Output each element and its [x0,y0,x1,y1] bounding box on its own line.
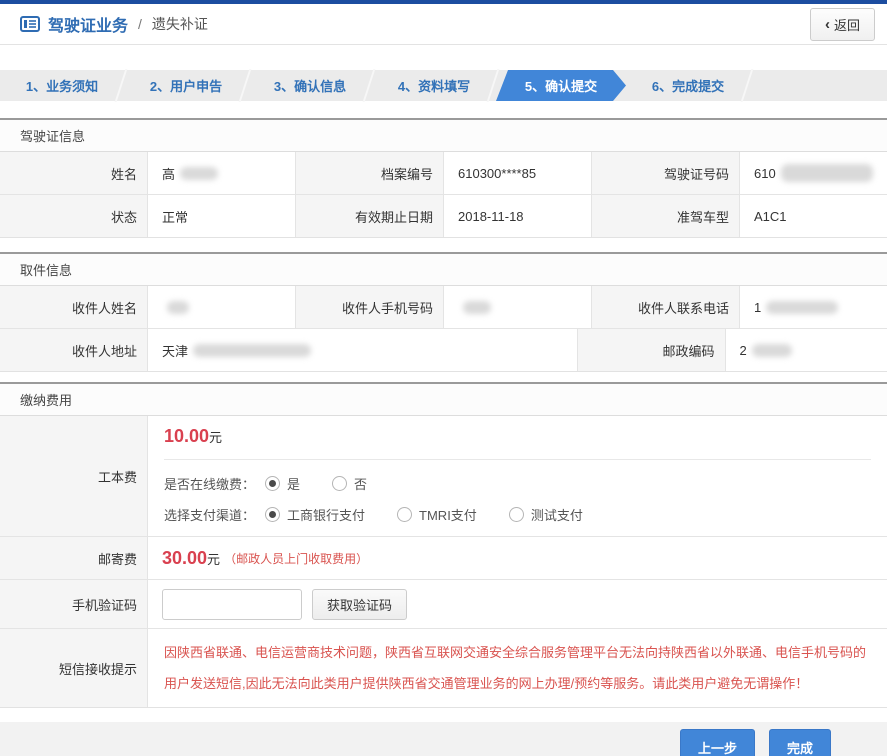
page-subtitle: 遗失补证 [152,14,208,34]
online-pay-choice: 是否在线缴费： 是 否 [164,474,871,493]
vehicle-class-value: A1C1 [740,195,887,237]
status-value: 正常 [148,195,296,237]
back-button[interactable]: ‹ 返回 [810,8,875,41]
sms-code-input[interactable] [162,589,302,620]
sms-tip-cell: 因陕西省联通、电信运营商技术问题，陕西省互联网交通安全综合服务管理平台无法向持陕… [148,629,887,707]
sms-tip-text: 因陕西省联通、电信运营商技术问题，陕西省互联网交通安全综合服务管理平台无法向持陕… [148,629,887,707]
name-value: 高 [148,152,296,194]
pay-channel-label: 选择支付渠道： [164,505,255,524]
previous-step-button[interactable]: 上一步 [680,729,755,756]
step-3-confirm-info[interactable]: 3、确认信息 [248,70,372,101]
recipient-name-value [148,286,296,328]
postage-label: 邮寄费 [0,537,148,579]
channel-icbc-option[interactable]: 工商银行支付 [265,505,365,524]
breadcrumb: 驾驶证业务 / 遗失补证 [20,12,208,36]
divider [164,459,871,460]
table-row: 状态 正常 有效期止日期 2018-11-18 准驾车型 A1C1 [0,195,887,237]
expiry-label: 有效期止日期 [296,195,444,237]
pickup-info-section: 取件信息 收件人姓名 收件人手机号码 收件人联系电话 1 收件人地址 天津 邮政… [0,252,887,372]
online-pay-no-option[interactable]: 否 [332,474,367,493]
redacted-value [766,301,838,314]
postcode-label: 邮政编码 [578,329,726,371]
redacted-value [463,301,491,314]
chevron-left-icon: ‹ [825,17,830,32]
file-no-value: 610300****85 [444,152,592,194]
table-row: 姓名 高 档案编号 610300****85 驾驶证号码 610 [0,152,887,195]
sms-code-label: 手机验证码 [0,580,148,628]
card-fee-row: 工本费 10.00元 是否在线缴费： 是 否 选择支付渠道： [0,416,887,537]
name-label: 姓名 [0,152,148,194]
sms-code-row: 手机验证码 获取验证码 [0,580,887,629]
sms-code-cell: 获取验证码 [148,580,887,628]
page-header: 驾驶证业务 / 遗失补证 ‹ 返回 [0,4,887,45]
back-button-label: 返回 [834,15,860,34]
postage-note: （邮政人员上门收取费用） [224,550,368,567]
recipient-phone-label: 收件人联系电话 [592,286,740,328]
step-2-user-declaration[interactable]: 2、用户申告 [124,70,248,101]
radio-icon[interactable] [265,507,280,522]
page-title: 驾驶证业务 [48,12,128,36]
redacted-value [193,344,311,357]
postcode-value: 2 [726,329,887,371]
radio-icon[interactable] [265,476,280,491]
table-row: 收件人地址 天津 邮政编码 2 [0,329,887,371]
pickup-info-title: 取件信息 [0,254,887,286]
table-row: 收件人姓名 收件人手机号码 收件人联系电话 1 [0,286,887,329]
fees-title: 缴纳费用 [0,384,887,416]
online-pay-yes-option[interactable]: 是 [265,474,300,493]
file-no-label: 档案编号 [296,152,444,194]
recipient-address-label: 收件人地址 [0,329,148,371]
fees-section: 缴纳费用 工本费 10.00元 是否在线缴费： 是 否 选择支付渠道： [0,382,887,708]
recipient-name-label: 收件人姓名 [0,286,148,328]
pay-channel-choice: 选择支付渠道： 工商银行支付 TMRI支付 测试支付 [164,505,871,524]
step-5-confirm-submit[interactable]: 5、确认提交 [496,70,626,101]
card-fee-amount-line: 10.00元 [164,426,871,447]
license-no-value: 610 [740,152,887,194]
action-footer: 上一步 完成 [0,722,887,756]
step-progress-bar: 1、业务须知 2、用户申告 3、确认信息 4、资料填写 5、确认提交 6、完成提… [0,70,887,101]
license-no-label: 驾驶证号码 [592,152,740,194]
step-1-business-notice[interactable]: 1、业务须知 [0,70,124,101]
postage-amount: 30.00 [162,548,207,569]
recipient-mobile-value [444,286,592,328]
breadcrumb-separator: / [138,16,142,32]
recipient-address-value: 天津 [148,329,578,371]
postage-row: 邮寄费 30.00元 （邮政人员上门收取费用） [0,537,887,580]
channel-test-option[interactable]: 测试支付 [509,505,583,524]
license-info-section: 驾驶证信息 姓名 高 档案编号 610300****85 驾驶证号码 610 状… [0,118,887,238]
menu-list-icon [20,16,40,32]
radio-icon[interactable] [332,476,347,491]
card-fee-label: 工本费 [0,416,148,536]
redacted-value [781,164,873,182]
sms-tip-label: 短信接收提示 [0,629,148,707]
vehicle-class-label: 准驾车型 [592,195,740,237]
get-code-button[interactable]: 获取验证码 [312,589,407,620]
online-pay-label: 是否在线缴费： [164,474,255,493]
finish-button[interactable]: 完成 [769,729,831,756]
recipient-mobile-label: 收件人手机号码 [296,286,444,328]
redacted-value [752,344,792,357]
postage-value: 30.00元 （邮政人员上门收取费用） [148,537,887,579]
sms-tip-row: 短信接收提示 因陕西省联通、电信运营商技术问题，陕西省互联网交通安全综合服务管理… [0,629,887,707]
step-6-complete-submit[interactable]: 6、完成提交 [626,70,750,101]
radio-icon[interactable] [509,507,524,522]
step-4-fill-data[interactable]: 4、资料填写 [372,70,496,101]
redacted-value [180,167,218,180]
card-fee-content: 10.00元 是否在线缴费： 是 否 选择支付渠道： 工商银行支付 [148,416,887,536]
channel-tmri-option[interactable]: TMRI支付 [397,505,477,524]
expiry-value: 2018-11-18 [444,195,592,237]
card-fee-amount: 10.00 [164,426,209,446]
recipient-phone-value: 1 [740,286,887,328]
redacted-value [167,301,189,314]
status-label: 状态 [0,195,148,237]
license-info-title: 驾驶证信息 [0,120,887,152]
radio-icon[interactable] [397,507,412,522]
